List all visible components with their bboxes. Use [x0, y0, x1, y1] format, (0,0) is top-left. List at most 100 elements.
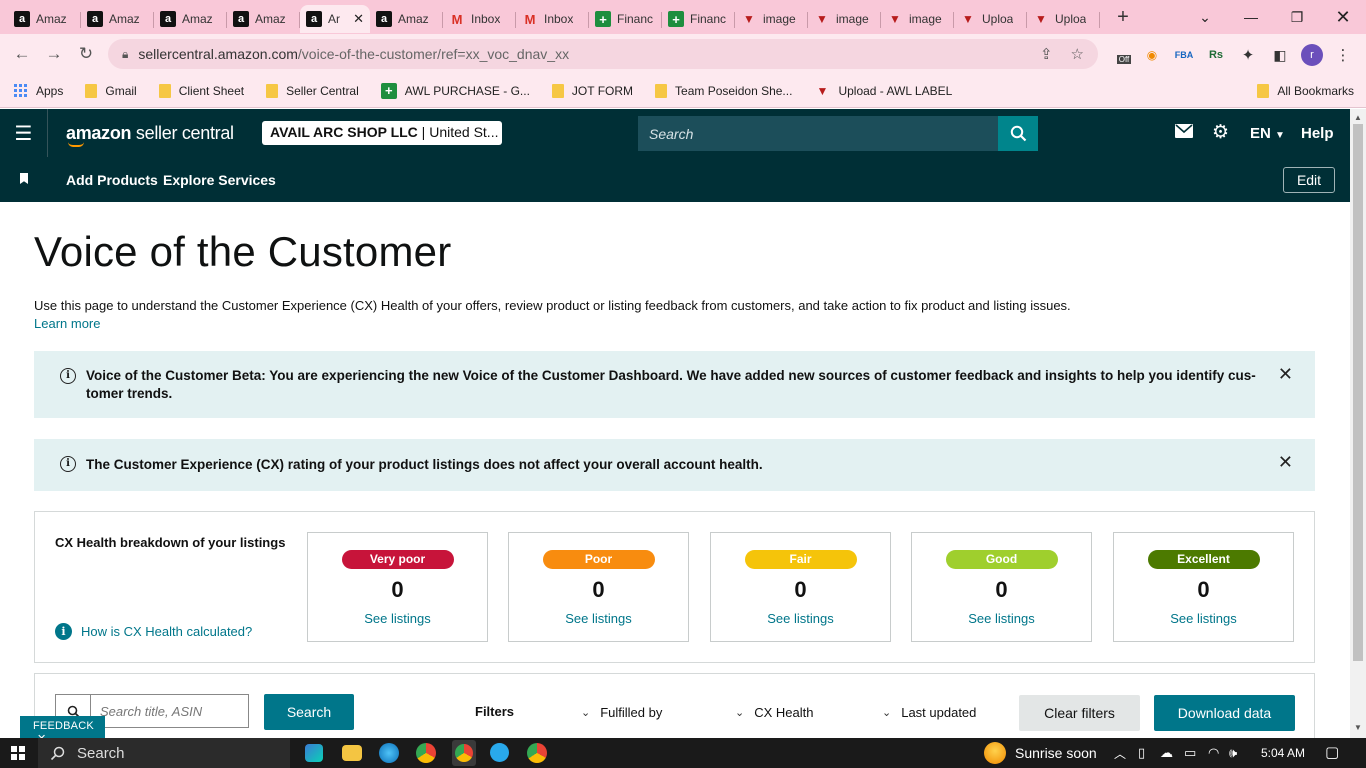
cx-health-dropdown[interactable]: ⌄ CX Health	[735, 705, 813, 720]
extension-rs-icon[interactable]: Rs	[1206, 45, 1226, 65]
see-listings-link[interactable]: See listings	[308, 611, 487, 626]
settings-gear-icon[interactable]: ⚙	[1212, 121, 1229, 144]
bookmark-icon[interactable]	[20, 173, 28, 184]
bookmark-item[interactable]: Client Sheet	[158, 83, 244, 98]
browser-menu-icon[interactable]: ⋮	[1333, 45, 1353, 65]
chrome-active-icon[interactable]	[452, 740, 476, 766]
cx-health-help-link[interactable]: i How is CX Health calculated?	[55, 623, 252, 640]
bookmark-star-icon[interactable]: ☆	[1071, 45, 1084, 63]
see-listings-link[interactable]: See listings	[1114, 611, 1293, 626]
fulfilled-by-dropdown[interactable]: ⌄ Fulfilled by	[581, 705, 662, 720]
close-icon[interactable]: ✕	[1278, 453, 1293, 471]
forward-arrow-icon[interactable]: →	[38, 44, 70, 64]
see-listings-link[interactable]: See listings	[711, 611, 890, 626]
url-bar[interactable]: 🔒︎ sellercentral.amazon.com/voice-of-the…	[108, 39, 1098, 69]
mail-icon[interactable]	[1175, 123, 1193, 143]
search-icon[interactable]	[998, 116, 1038, 151]
edge-icon[interactable]	[379, 743, 399, 763]
close-tab-icon[interactable]: ✕	[353, 11, 364, 27]
browser-tab[interactable]: M Inbox	[516, 5, 589, 33]
global-search-input[interactable]: Search	[638, 116, 998, 151]
extension-fba-icon[interactable]: FBA	[1174, 45, 1194, 65]
onedrive-cloud-icon[interactable]: ☁	[1160, 745, 1173, 761]
windows-taskbar: Search Sunrise soon ︿ ▯ ☁ ▭ ◠ 🕪︎ 5:04 AM…	[0, 738, 1366, 768]
weather-icon[interactable]	[984, 742, 1006, 764]
browser-tab[interactable]: a Amaz	[227, 5, 300, 33]
profile-avatar[interactable]: r	[1301, 44, 1323, 66]
amazon-seller-central-logo[interactable]: amazon seller central	[66, 123, 234, 147]
browser-tab[interactable]: a Amaz	[370, 5, 443, 33]
account-switcher[interactable]: AVAIL ARC SHOP LLC | United St...	[262, 121, 502, 145]
browser-tab[interactable]: a Amaz	[81, 5, 154, 33]
edit-nav-button[interactable]: Edit	[1283, 167, 1335, 193]
volume-icon[interactable]: 🕪︎	[1229, 745, 1237, 761]
bookmark-item[interactable]: JOT FORM	[551, 83, 633, 98]
clock[interactable]: 5:04 AM	[1261, 746, 1305, 760]
browser-tab[interactable]: ▼ image	[735, 5, 808, 33]
browser-tab[interactable]: ▼ image	[881, 5, 954, 33]
nav-explore-services[interactable]: Explore Services	[163, 172, 276, 188]
extension-off-icon[interactable]: Off	[1114, 45, 1134, 65]
wifi-icon[interactable]: ◠	[1208, 745, 1219, 761]
tray-chevron-up-icon[interactable]: ︿	[1114, 745, 1126, 762]
back-arrow-icon[interactable]: ←	[6, 44, 38, 64]
weather-text[interactable]: Sunrise soon	[1015, 745, 1097, 761]
see-listings-link[interactable]: See listings	[912, 611, 1091, 626]
feedback-tab[interactable]: FEEDBACK ✕	[20, 716, 105, 745]
site-info-icon[interactable]: 🔒︎	[122, 47, 128, 62]
notifications-icon[interactable]: ▢	[1325, 743, 1339, 761]
close-icon[interactable]: ✕	[1278, 365, 1293, 383]
scroll-down-icon[interactable]: ▼	[1354, 723, 1362, 732]
taskbar-search[interactable]: Search	[38, 738, 290, 768]
page-scrollbar[interactable]: ▲ ▼	[1350, 109, 1366, 738]
browser-tab[interactable]: a Amaz	[8, 5, 81, 33]
bookmark-item[interactable]: Team Poseidon She...	[655, 83, 792, 98]
browser-tab[interactable]: ▼ Uploa	[954, 5, 1027, 33]
chrome-icon[interactable]	[416, 743, 436, 763]
bookmark-item[interactable]: ▼ Upload - AWL LABEL	[814, 83, 952, 99]
see-listings-link[interactable]: See listings	[509, 611, 688, 626]
browser-tab[interactable]: ▼ image	[808, 5, 881, 33]
tab-active[interactable]: a Ar ✕	[300, 5, 370, 33]
battery-icon[interactable]: ▭	[1184, 745, 1196, 761]
last-updated-dropdown[interactable]: ⌄ Last updated	[882, 705, 976, 720]
new-tab-button[interactable]: +	[1108, 6, 1138, 29]
chrome-profile-icon[interactable]	[527, 743, 547, 763]
scroll-up-icon[interactable]: ▲	[1354, 113, 1362, 122]
hamburger-menu-icon[interactable]: ☰	[0, 109, 48, 157]
bookmark-item[interactable]: + AWL PURCHASE - G...	[380, 82, 530, 99]
task-view-icon[interactable]	[305, 744, 323, 762]
restore-button[interactable]: ❐	[1274, 0, 1320, 34]
browser-tab[interactable]: M Inbox	[443, 5, 516, 33]
listing-search-input[interactable]	[90, 694, 249, 728]
telegram-icon[interactable]	[490, 743, 509, 762]
tab-search-chevron-icon[interactable]: ⌄	[1182, 0, 1228, 34]
browser-tab[interactable]: + Financ	[589, 5, 662, 33]
tray-device-icon[interactable]: ▯	[1138, 745, 1145, 761]
file-explorer-icon[interactable]	[342, 745, 362, 761]
scrollbar-thumb[interactable]	[1353, 124, 1363, 661]
browser-tab[interactable]: ▼ Uploa	[1027, 5, 1100, 33]
download-data-button[interactable]: Download data	[1154, 695, 1295, 731]
all-bookmarks[interactable]: All Bookmarks	[1257, 83, 1354, 98]
bookmark-item[interactable]: Gmail	[85, 83, 137, 98]
bookmark-item[interactable]: Apps	[14, 83, 63, 98]
search-button[interactable]: Search	[264, 694, 354, 730]
share-icon[interactable]: ⇪	[1040, 45, 1053, 63]
bookmark-item[interactable]: Seller Central	[266, 83, 359, 98]
extension-orange-icon[interactable]: ◉	[1142, 45, 1162, 65]
side-panel-icon[interactable]: ◧	[1270, 45, 1290, 65]
windows-start-icon[interactable]	[11, 746, 25, 760]
help-link[interactable]: Help	[1301, 125, 1334, 142]
close-window-button[interactable]: ✕	[1320, 0, 1366, 34]
minimize-button[interactable]: —	[1228, 0, 1274, 34]
extensions-puzzle-icon[interactable]: ✦	[1238, 45, 1258, 65]
clear-filters-button[interactable]: Clear filters	[1019, 695, 1140, 731]
browser-tab[interactable]: a Amaz	[154, 5, 227, 33]
learn-more-link[interactable]: Learn more	[34, 315, 1324, 333]
reload-icon[interactable]: ↻	[70, 44, 102, 64]
amazon-icon: a	[376, 11, 392, 27]
browser-tab[interactable]: + Financ	[662, 5, 735, 33]
nav-add-products[interactable]: Add Products	[66, 172, 158, 188]
language-selector[interactable]: EN ▼	[1250, 125, 1285, 142]
